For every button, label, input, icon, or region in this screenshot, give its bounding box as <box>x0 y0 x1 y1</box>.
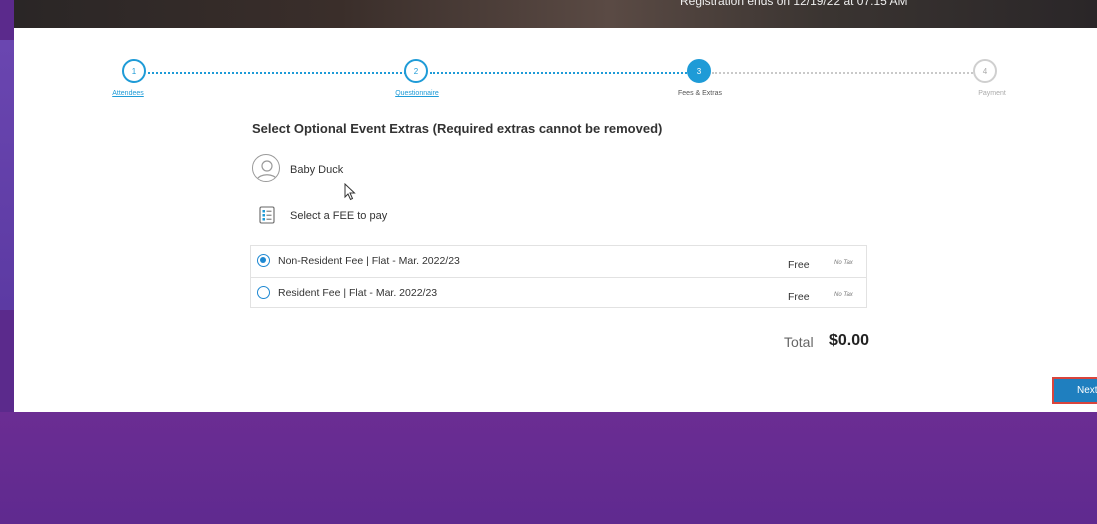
total-label: Total <box>784 334 814 350</box>
fee-option-name: Non-Resident Fee | Flat - Mar. 2022/23 <box>278 255 460 267</box>
next-button[interactable]: Next <box>1052 377 1097 404</box>
fee-option-row[interactable]: Non-Resident Fee | Flat - Mar. 2022/23 F… <box>251 246 866 277</box>
background-bottom-panel <box>0 412 1097 524</box>
fee-option-tax: No Tax <box>834 292 853 298</box>
fee-option-price: Free <box>788 291 810 303</box>
fee-options-table: Non-Resident Fee | Flat - Mar. 2022/23 F… <box>250 245 867 308</box>
fee-option-price: Free <box>788 259 810 271</box>
fee-radio-resident[interactable] <box>257 286 270 299</box>
registration-deadline-text: Registration ends on 12/19/22 at 07:15 A… <box>680 0 908 8</box>
fee-list-icon <box>259 206 275 224</box>
step-1-attendees[interactable]: 1 <box>122 59 146 83</box>
select-fee-label: Select a FEE to pay <box>290 210 388 222</box>
step-label-attendees[interactable]: Attendees <box>112 90 144 97</box>
background-left-panel <box>0 40 14 310</box>
step-2-questionnaire[interactable]: 2 <box>404 59 428 83</box>
page-title: Select Optional Event Extras (Required e… <box>252 121 663 136</box>
step-3-fees-extras: 3 <box>687 59 711 83</box>
step-label-payment: Payment <box>978 90 1006 97</box>
attendee-name: Baby Duck <box>290 164 344 176</box>
registration-card: Registration ends on 12/19/22 at 07:15 A… <box>14 0 1097 412</box>
fee-option-name: Resident Fee | Flat - Mar. 2022/23 <box>278 287 438 299</box>
step-connector-2 <box>430 72 694 74</box>
step-label-fees-extras: Fees & Extras <box>678 90 722 97</box>
step-4-payment: 4 <box>973 59 997 83</box>
step-connector-3 <box>712 72 980 74</box>
step-label-questionnaire[interactable]: Questionnaire <box>395 90 439 97</box>
step-connector-1 <box>148 72 414 74</box>
total-amount: $0.00 <box>829 332 870 349</box>
event-banner: Registration ends on 12/19/22 at 07:15 A… <box>14 0 1097 28</box>
mouse-cursor-icon <box>344 183 356 201</box>
fee-option-row[interactable]: Resident Fee | Flat - Mar. 2022/23 Free … <box>251 277 866 309</box>
fee-option-tax: No Tax <box>834 260 853 266</box>
fee-radio-non-resident[interactable] <box>257 254 270 267</box>
user-avatar-icon <box>252 154 280 182</box>
